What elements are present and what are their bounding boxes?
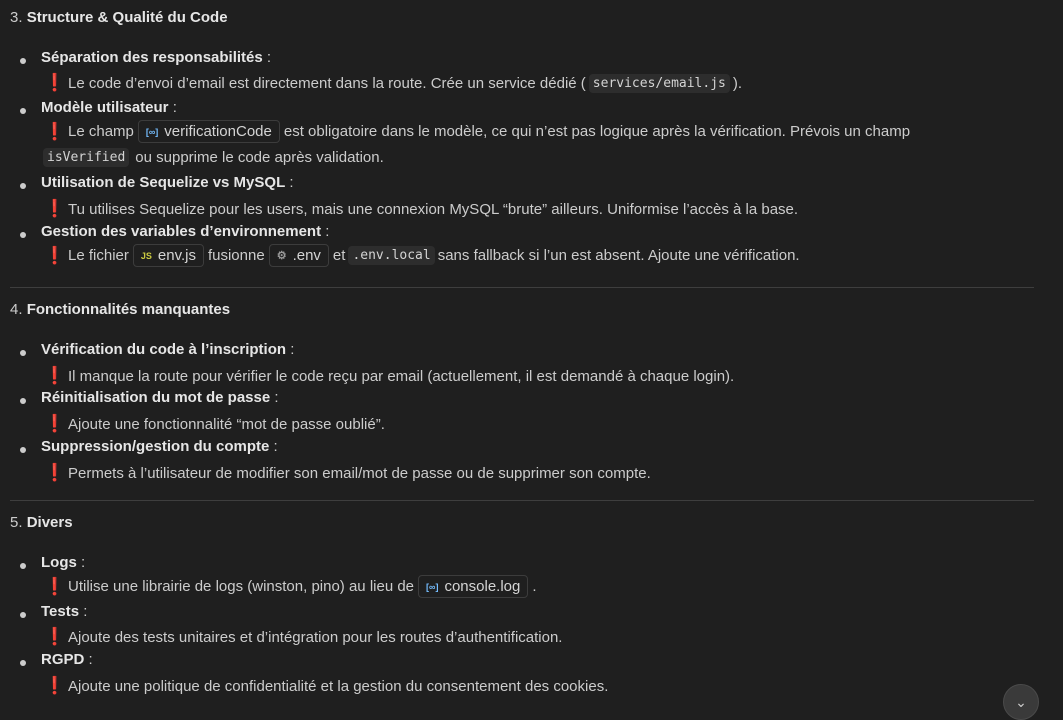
bullet <box>20 660 26 666</box>
item-detail: ❗ Ajoute des tests unitaires et d’intégr… <box>44 627 563 646</box>
bullet <box>20 398 26 404</box>
item-detail: ❗ Utilise une librairie de logs (winston… <box>44 575 537 598</box>
item-detail: ❗ Le champ [∞] verificationCode est oblig… <box>44 120 910 143</box>
item-label: Suppression/gestion du compte <box>41 438 270 455</box>
bullet <box>20 108 26 114</box>
exclamation-icon: ❗ <box>44 463 66 482</box>
section-title: 4. Fonctionnalités manquantes <box>10 301 230 318</box>
exclamation-icon: ❗ <box>44 366 66 385</box>
section-heading: Fonctionnalités manquantes <box>26 301 231 318</box>
item-detail: ❗ Permets à l’utilisateur de modifier so… <box>44 463 651 482</box>
chevron-down-icon: ⌄ <box>1015 693 1027 710</box>
item-label: Utilisation de Sequelize vs MySQL <box>41 174 286 191</box>
inline-code: services/email.js <box>588 73 730 93</box>
item-label: Gestion des variables d’environnement <box>41 223 322 240</box>
item-detail: ❗ Le fichier JS env.js fusionne ⚙ .env et … <box>44 244 800 267</box>
bullet <box>20 447 26 453</box>
symbol-reference-chip[interactable]: [∞] console.log <box>418 575 529 598</box>
bullet <box>20 232 26 238</box>
exclamation-icon: ❗ <box>44 245 66 265</box>
exclamation-icon: ❗ <box>44 676 66 695</box>
bracket-icon: [∞] <box>145 126 159 137</box>
bullet <box>20 58 26 64</box>
item-detail: ❗ Tu utilises Sequelize pour les users, … <box>44 199 799 218</box>
exclamation-icon: ❗ <box>44 121 66 141</box>
section-title: 5. Divers <box>10 514 73 531</box>
file-reference-chip[interactable]: JS env.js <box>132 244 204 267</box>
item-label: RGPD <box>41 651 85 668</box>
item-label: Vérification du code à l’inscription <box>41 341 287 358</box>
exclamation-icon: ❗ <box>44 73 66 92</box>
javascript-file-icon: JS <box>140 250 152 261</box>
item-label: Séparation des responsabilités <box>41 49 263 66</box>
item-detail: ❗ Ajoute une fonctionnalité “mot de pass… <box>44 414 385 433</box>
symbol-reference-chip[interactable]: [∞] verificationCode <box>137 120 280 143</box>
section-number: 5. <box>10 514 23 531</box>
exclamation-icon: ❗ <box>44 576 66 596</box>
item-detail: ❗ Il manque la route pour vérifier le co… <box>44 366 735 385</box>
exclamation-icon: ❗ <box>44 414 66 433</box>
bullet <box>20 183 26 189</box>
item-detail: ❗ Ajoute une politique de confidentialit… <box>44 676 609 695</box>
section-heading: Divers <box>26 514 73 531</box>
section-title: 3. Structure & Qualité du Code <box>10 9 228 26</box>
item-label: Modèle utilisateur <box>41 99 169 116</box>
inline-code: .env.local <box>348 246 435 265</box>
gear-icon: ⚙ <box>276 250 287 262</box>
section-number: 4. <box>10 301 23 318</box>
item-label: Logs <box>41 554 77 571</box>
section-number: 3. <box>10 9 23 26</box>
bullet <box>20 612 26 618</box>
bullet <box>20 563 26 569</box>
divider <box>10 287 1034 288</box>
inline-code: isVerified <box>43 148 130 167</box>
section-heading: Structure & Qualité du Code <box>26 9 228 26</box>
item-detail: ❗ Le code d’envoi d’email est directemen… <box>44 73 743 93</box>
item-label: Tests <box>41 603 80 620</box>
item-label: Réinitialisation du mot de passe <box>41 389 271 406</box>
file-reference-chip[interactable]: ⚙ .env <box>268 244 329 267</box>
exclamation-icon: ❗ <box>44 199 66 218</box>
divider <box>10 500 1034 501</box>
exclamation-icon: ❗ <box>44 627 66 646</box>
bracket-icon: [∞] <box>426 581 439 592</box>
bullet <box>20 350 26 356</box>
item-detail-continuation: isVerified ou supprime le code après val… <box>40 148 384 167</box>
scroll-down-button[interactable]: ⌄ <box>1003 684 1039 720</box>
